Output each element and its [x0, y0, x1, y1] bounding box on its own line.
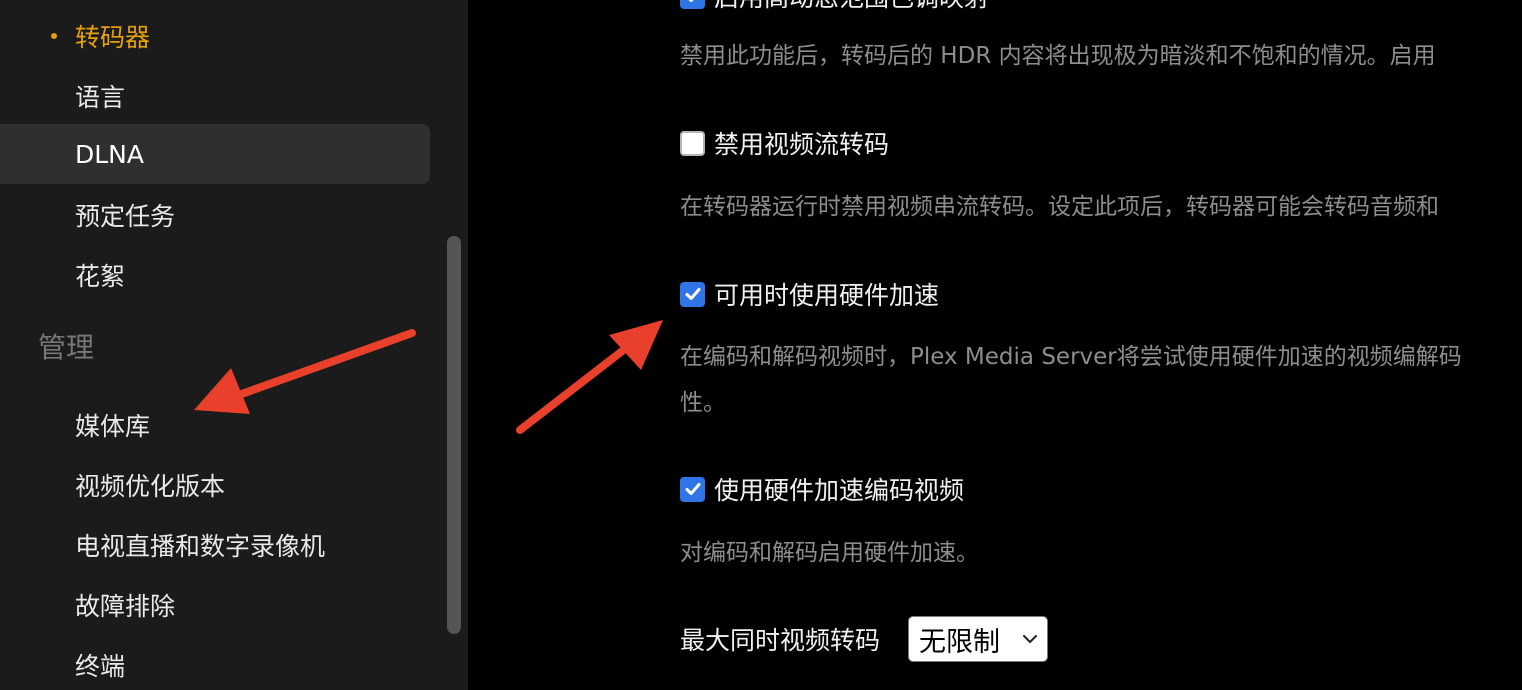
sidebar-item-transcoder[interactable]: 转码器	[0, 6, 430, 66]
use-hardware-acceleration-checkbox[interactable]	[680, 281, 705, 307]
chevron-down-icon	[1023, 635, 1038, 643]
plex-settings-window: 转码器 语言 DLNA 预定任务 花絮 管理 媒体库 视频优化版本 电视直播和数…	[0, 0, 1522, 690]
sidebar-item-troubleshooting[interactable]: 故障排除	[0, 575, 430, 635]
sidebar-item-optimized-versions[interactable]: 视频优化版本	[0, 455, 430, 515]
checkmark-icon	[685, 483, 700, 495]
option-label: 使用硬件加速编码视频	[714, 476, 965, 505]
hardware-accelerated-encoding-option: 使用硬件加速编码视频	[680, 471, 964, 507]
active-indicator-dot	[51, 33, 57, 39]
option-label: 禁用视频流转码	[714, 130, 890, 159]
sidebar-item-language[interactable]: 语言	[0, 66, 430, 126]
use-hardware-acceleration-option: 可用时使用硬件加速	[680, 276, 939, 312]
option-label: 启用高动态范围色调映射	[714, 0, 989, 14]
sidebar-item-label: 预定任务	[75, 202, 176, 231]
settings-sidebar: 转码器 语言 DLNA 预定任务 花絮 管理 媒体库 视频优化版本 电视直播和数…	[0, 0, 468, 690]
sidebar-item-libraries[interactable]: 媒体库	[0, 395, 430, 455]
sidebar-item-label: 电视直播和数字录像机	[75, 532, 326, 561]
sidebar-item-label: 语言	[75, 83, 126, 112]
sidebar-item-extras[interactable]: 花絮	[0, 245, 430, 305]
option-description: 在转码器运行时禁用视频串流转码。设定此项后，转码器可能会转码音频和	[680, 194, 1439, 220]
disable-video-stream-transcoding-checkbox[interactable]	[680, 130, 705, 156]
checkmark-icon	[685, 288, 700, 300]
max-simultaneous-transcodes-select[interactable]: 无限制	[908, 616, 1049, 662]
sidebar-item-live-tv-dvr[interactable]: 电视直播和数字录像机	[0, 515, 430, 575]
sidebar-scrollbar[interactable]	[446, 236, 462, 634]
option-description: 对编码和解码启用硬件加速。	[680, 540, 979, 566]
sidebar-item-scheduled-tasks[interactable]: 预定任务	[0, 185, 430, 245]
sidebar-item-label: 终端	[75, 652, 126, 681]
disable-video-stream-transcoding-option: 禁用视频流转码	[680, 125, 889, 161]
sidebar-item-label: DLNA	[75, 139, 144, 169]
transcoder-settings-panel: 启用高动态范围色调映射 禁用此功能后，转码后的 HDR 内容将出现极为暗淡和不饱…	[468, 0, 1522, 690]
sidebar-scrollbar-thumb[interactable]	[447, 236, 461, 634]
hdr-tone-mapping-description: 禁用此功能后，转码后的 HDR 内容将出现极为暗淡和不饱和的情况。启用	[680, 43, 1436, 69]
max-simultaneous-transcodes-label: 最大同时视频转码	[680, 626, 881, 655]
hdr-tone-mapping-checkbox[interactable]	[680, 0, 705, 9]
option-description: 在编码和解码视频时，Plex Media Server将尝试使用硬件加速的视频编…	[680, 344, 1462, 370]
sidebar-item-console[interactable]: 终端	[0, 635, 430, 690]
option-description-continued: 性。	[680, 390, 726, 416]
checkmark-icon	[688, 0, 694, 2]
select-value: 无限制	[919, 626, 1001, 658]
sidebar-item-dlna[interactable]: DLNA	[0, 124, 430, 184]
sidebar-item-label: 视频优化版本	[75, 472, 226, 501]
option-label: 可用时使用硬件加速	[714, 281, 940, 310]
sidebar-item-label: 故障排除	[75, 592, 176, 621]
sidebar-item-label: 媒体库	[75, 412, 151, 441]
max-simultaneous-transcodes-row: 最大同时视频转码 无限制	[680, 616, 1049, 662]
sidebar-item-label: 转码器	[75, 23, 151, 52]
hardware-accelerated-encoding-checkbox[interactable]	[680, 476, 705, 502]
hdr-tone-mapping-option: 启用高动态范围色调映射	[680, 0, 989, 14]
sidebar-item-label: 花絮	[75, 262, 126, 291]
section-header-manage: 管理	[38, 331, 95, 364]
